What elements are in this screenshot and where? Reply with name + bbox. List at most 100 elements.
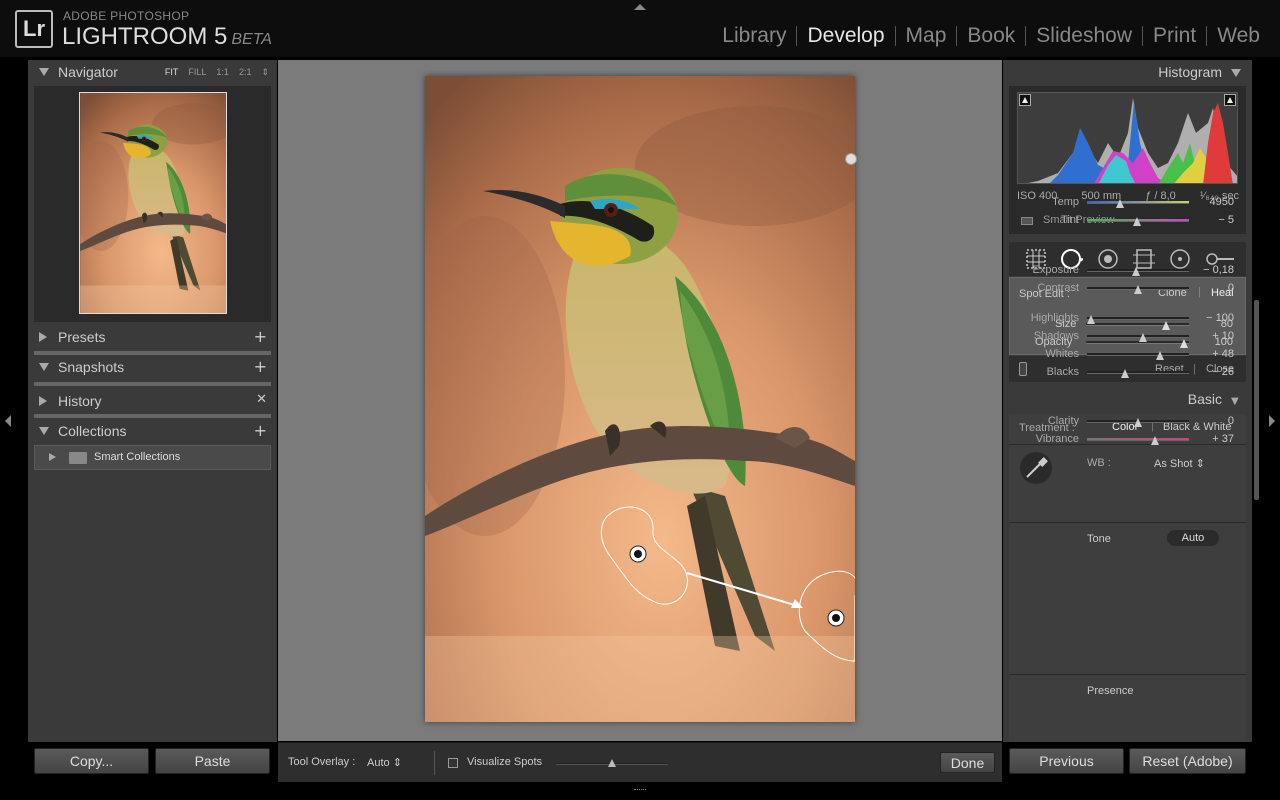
whites-slider-thumb[interactable] [1156, 351, 1165, 360]
overlay-handle[interactable] [845, 153, 857, 165]
module-picker: Library Develop Map Book Slideshow Print… [712, 24, 1270, 48]
shadows-slider-thumb[interactable] [1139, 333, 1148, 342]
wb-eyedropper-icon[interactable] [1019, 451, 1053, 485]
blacks-slider-thumb[interactable] [1120, 369, 1129, 378]
module-book[interactable]: Book [957, 24, 1025, 48]
blacks-label: Blacks [1046, 366, 1079, 378]
add-snapshot-icon[interactable]: + [254, 357, 267, 376]
histogram[interactable]: ISO 400 500 mm ƒ / 8,0 ¹⁄₆₄₀ sec Smart P… [1009, 86, 1246, 234]
tint-value[interactable]: − 5 [1184, 214, 1234, 226]
navigator-header[interactable]: Navigator FIT FILL 1:1 2:1 ⇕ [28, 60, 277, 86]
visualize-threshold-thumb[interactable] [608, 759, 616, 767]
top-panel-toggle-icon[interactable] [634, 4, 646, 10]
opacity-slider-track[interactable] [1086, 341, 1189, 344]
vibrance-value[interactable]: + 37 [1184, 433, 1234, 445]
expand-triangle-icon[interactable] [49, 453, 56, 461]
module-library[interactable]: Library [712, 24, 796, 48]
zoom-fill[interactable]: FILL [188, 67, 206, 78]
presence-label: Presence [1087, 685, 1134, 697]
right-panel-toggle-icon[interactable] [1269, 415, 1275, 427]
clarity-slider-thumb[interactable] [1134, 418, 1142, 427]
expand-triangle-icon [39, 332, 47, 342]
whites-value[interactable]: + 48 [1184, 348, 1234, 360]
navigator-thumbnail[interactable] [79, 92, 227, 314]
navigator-zoom-options: FIT FILL 1:1 2:1 ⇕ [165, 67, 269, 78]
module-print[interactable]: Print [1143, 24, 1206, 48]
module-slideshow[interactable]: Slideshow [1026, 24, 1142, 48]
tool-overlay-select[interactable]: Auto ⇕ [367, 756, 402, 769]
highlights-slider-track[interactable] [1087, 317, 1189, 320]
left-panel-toggle-icon[interactable] [5, 415, 11, 427]
blacks-value[interactable]: − 26 [1184, 366, 1234, 378]
whites-label: Whites [1045, 348, 1079, 360]
reset-adobe-button[interactable]: Reset (Adobe) [1129, 748, 1246, 774]
shadows-slider-track[interactable] [1087, 335, 1189, 338]
shadows-value[interactable]: + 10 [1184, 330, 1234, 342]
contrast-value[interactable]: 0 [1184, 282, 1234, 294]
module-web[interactable]: Web [1207, 24, 1270, 48]
copy-button[interactable]: Copy... [34, 748, 149, 774]
temp-value[interactable]: 4950 [1184, 196, 1234, 208]
done-button[interactable]: Done [940, 752, 995, 773]
shadow-clipping-icon[interactable] [1019, 94, 1031, 106]
contrast-slider-thumb[interactable] [1134, 285, 1142, 294]
module-map[interactable]: Map [896, 24, 957, 48]
tint-slider-thumb[interactable] [1132, 217, 1141, 226]
auto-tone-button[interactable]: Auto [1167, 530, 1219, 546]
zoom-2-1[interactable]: 2:1 [239, 67, 252, 78]
bottom-panel-toggle-icon[interactable] [634, 789, 646, 797]
red-eye-icon[interactable] [1097, 248, 1119, 270]
exposure-value[interactable]: − 0,18 [1184, 264, 1234, 276]
wb-select[interactable]: As Shot ⇕ [1154, 457, 1205, 470]
clarity-value[interactable]: 0 [1184, 415, 1234, 427]
size-slider-thumb[interactable] [1162, 321, 1171, 330]
presence-section: Presence [1009, 674, 1246, 742]
smart-collections-item[interactable]: Smart Collections [34, 445, 271, 470]
temp-slider-track[interactable] [1087, 201, 1189, 204]
vibrance-slider-thumb[interactable] [1151, 436, 1160, 445]
photo-canvas[interactable] [278, 60, 1002, 741]
lightroom-logo: Lr [15, 10, 53, 48]
tint-label: Tint [1061, 214, 1079, 226]
collections-header[interactable]: Collections + [28, 419, 277, 445]
history-title: History [58, 393, 102, 409]
clarity-label: Clarity [1047, 415, 1079, 427]
highlights-slider-thumb[interactable] [1087, 315, 1096, 324]
size-slider-track[interactable] [1086, 323, 1189, 326]
snapshots-header[interactable]: Snapshots + [28, 355, 277, 381]
zoom-more-icon[interactable]: ⇕ [261, 67, 269, 78]
basic-title: Basic [1187, 391, 1222, 407]
highlights-value[interactable]: − 100 [1184, 312, 1234, 324]
vibrance-label: Vibrance [1035, 433, 1079, 445]
presets-header[interactable]: Presets + [28, 325, 277, 351]
collapse-triangle-icon[interactable] [1231, 69, 1241, 77]
histogram-graph[interactable] [1017, 92, 1238, 184]
brand-title-text: LIGHTROOM 5 [62, 23, 228, 50]
navigator-photo-image [80, 93, 226, 313]
blacks-slider-track[interactable] [1087, 371, 1189, 374]
histogram-chart [1028, 98, 1237, 183]
add-collection-icon[interactable]: + [254, 421, 267, 440]
paste-button[interactable]: Paste [155, 748, 270, 774]
module-develop[interactable]: Develop [797, 24, 894, 48]
vibrance-slider-track[interactable] [1087, 438, 1189, 441]
clip-triangle-icon [1227, 97, 1233, 103]
temp-slider-thumb[interactable] [1115, 199, 1124, 208]
photo-preview[interactable] [425, 76, 855, 722]
add-preset-icon[interactable]: + [254, 327, 267, 346]
collapse-triangle-icon[interactable]: ▼ [1231, 396, 1239, 407]
panel-divider [34, 414, 271, 418]
navigator-preview[interactable] [34, 86, 271, 322]
right-panel-scrollbar[interactable] [1254, 300, 1259, 500]
snapshots-title: Snapshots [58, 359, 125, 375]
previous-button[interactable]: Previous [1009, 748, 1124, 774]
clear-history-icon[interactable]: ✕ [256, 392, 267, 407]
whites-slider-track[interactable] [1087, 353, 1189, 356]
collection-set-icon [69, 452, 87, 464]
highlight-clipping-icon[interactable] [1224, 94, 1236, 106]
visualize-spots-checkbox[interactable] [448, 758, 458, 768]
exposure-slider-thumb[interactable] [1131, 267, 1140, 276]
history-header[interactable]: History ✕ [28, 389, 277, 415]
zoom-1-1[interactable]: 1:1 [216, 67, 229, 78]
zoom-fit[interactable]: FIT [165, 67, 179, 78]
